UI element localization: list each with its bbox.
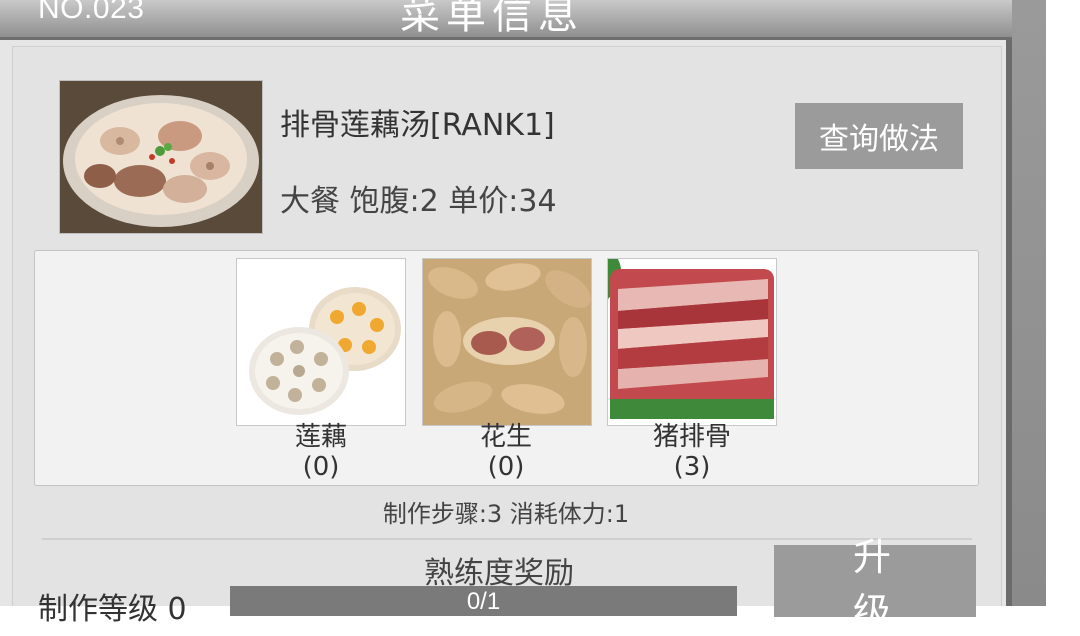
production-info: 制作步骤:3 消耗体力:1 <box>382 500 630 528</box>
ingredient-name: 花生 <box>479 422 532 452</box>
mastery-progress-text: 0/1 <box>466 588 501 615</box>
window-title: 菜单信息 <box>400 0 584 38</box>
pork-ribs-icon <box>608 259 776 425</box>
mastery-progress-bar: 0/1 <box>230 586 737 616</box>
ingredient-name: 猪排骨 <box>652 422 731 452</box>
ingredient-count: (0) <box>302 452 340 482</box>
dish-info: 大餐 饱腹:2 单价:34 <box>280 176 557 220</box>
ingredient-peanut[interactable] <box>422 258 592 426</box>
ingredient-count: (0) <box>487 452 525 482</box>
dish-price: 单价:34 <box>448 184 557 219</box>
lotus-root-icon <box>237 259 405 425</box>
production-level: 制作等级 0 <box>38 592 187 627</box>
ingredient-name: 莲藕 <box>294 422 347 452</box>
upgrade-button[interactable]: 升 级 <box>774 535 976 634</box>
pork-rib-lotus-soup-image <box>59 80 263 234</box>
dish-name: 排骨莲藕汤[RANK1] <box>280 108 555 143</box>
side-strip <box>1012 0 1046 606</box>
dish-category: 大餐 <box>280 184 340 219</box>
query-recipe-button[interactable]: 查询做法 <box>795 103 963 169</box>
title-bar: NO.023 菜单信息 <box>0 0 1012 40</box>
peanut-icon <box>423 259 591 425</box>
ingredient-count: (3) <box>673 452 711 482</box>
soup-bowl-icon <box>60 81 262 233</box>
dish-satiety: 饱腹:2 <box>349 184 439 219</box>
ingredient-pork-ribs[interactable] <box>607 258 777 426</box>
recipe-number: NO.023 <box>38 0 145 25</box>
ingredient-lotus-root[interactable] <box>236 258 406 426</box>
